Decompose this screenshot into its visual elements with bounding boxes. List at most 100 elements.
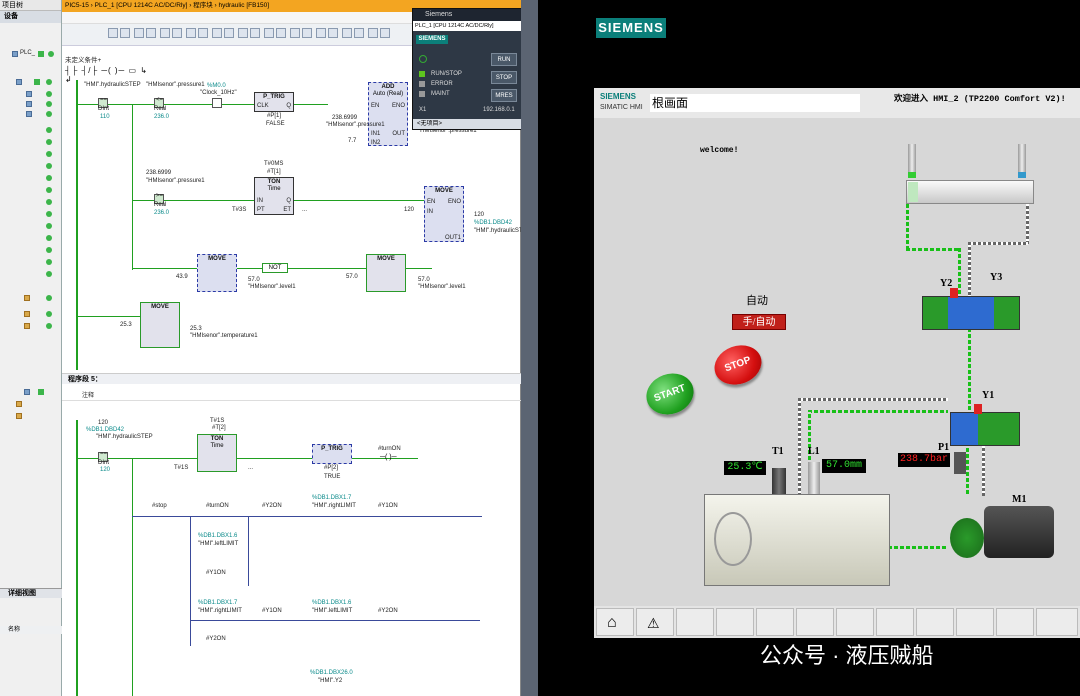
function-key[interactable] xyxy=(1036,608,1078,636)
ton-block[interactable]: TON Time IN Q PT ET xyxy=(254,177,294,215)
function-key[interactable] xyxy=(756,608,794,636)
alarm-button[interactable]: ⚠ xyxy=(636,608,674,636)
tree-item[interactable] xyxy=(2,322,58,330)
ptrig-instance: #P[1] xyxy=(267,113,282,119)
project-tree: 项目树 设备 PLC_ 详细视图 名称 xyxy=(0,0,62,696)
network-5-header[interactable]: 程序段 5： xyxy=(62,373,521,384)
cylinder-piston xyxy=(908,182,918,202)
tree-item[interactable] xyxy=(2,90,58,98)
tree-item[interactable] xyxy=(2,388,58,396)
move-block[interactable]: MOVE xyxy=(197,254,237,292)
toolbar-icon[interactable] xyxy=(120,28,130,38)
move-in: IN xyxy=(427,209,433,215)
ptrig-block[interactable]: P_TRIG CLK Q xyxy=(254,92,294,112)
function-key[interactable] xyxy=(916,608,954,636)
tree-item[interactable] xyxy=(2,310,58,318)
function-key[interactable] xyxy=(716,608,754,636)
move-out-value: 120 xyxy=(474,212,485,218)
tree-item[interactable] xyxy=(2,234,58,242)
tree-item[interactable] xyxy=(2,400,58,408)
toolbar-icon[interactable] xyxy=(198,28,208,38)
tree-item[interactable] xyxy=(2,110,58,118)
coil[interactable]: ─( )─ xyxy=(380,454,400,463)
status-ok-icon xyxy=(46,247,52,253)
move-block[interactable]: MOVE EN ENO IN OUT1 xyxy=(424,186,464,242)
toolbar-icon[interactable] xyxy=(134,28,144,38)
tree-item[interactable] xyxy=(2,174,58,182)
contact-label: "HMI".Y2 xyxy=(318,678,343,684)
toolbar-icon[interactable] xyxy=(238,28,248,38)
tree-item[interactable] xyxy=(2,186,58,194)
ton-db: #T[2] xyxy=(212,425,226,431)
manual-auto-button[interactable]: 手/自动 xyxy=(732,314,786,330)
not-contact[interactable]: NOT xyxy=(262,263,288,273)
ton-instance: T#0MS xyxy=(264,161,284,167)
mres-button[interactable]: MRES xyxy=(491,89,517,102)
toolbar-icon[interactable] xyxy=(368,28,378,38)
tree-item[interactable] xyxy=(2,138,58,146)
devices-tab[interactable]: 设备 xyxy=(0,11,61,23)
move-block[interactable]: MOVE xyxy=(140,302,180,348)
tree-item[interactable] xyxy=(2,100,58,108)
function-key[interactable] xyxy=(836,608,874,636)
toolbar-icon[interactable] xyxy=(302,28,312,38)
tree-item[interactable] xyxy=(2,78,58,86)
ptrig-instance: #P[2] xyxy=(324,465,339,471)
tree-item[interactable] xyxy=(2,126,58,134)
wire xyxy=(190,620,480,621)
ptrig-block[interactable]: P_TRIG xyxy=(312,444,352,464)
ladder-element-toolbar[interactable]: ┤├ ┤/├ ─( )─ ▭ ↳ ↲ xyxy=(65,66,155,84)
ton-block[interactable]: TON Time xyxy=(197,434,237,472)
tree-item[interactable] xyxy=(2,258,58,266)
level-sensor xyxy=(808,462,820,496)
tree-item[interactable] xyxy=(2,294,58,302)
stop-button[interactable]: STOP xyxy=(491,71,517,84)
network-comment[interactable]: 注释 xyxy=(82,390,94,399)
clock-contact[interactable] xyxy=(212,98,222,108)
tree-item[interactable] xyxy=(2,412,58,420)
toolbar-icon[interactable] xyxy=(250,28,260,38)
contact-label: "HMI".rightLIMIT xyxy=(198,608,242,614)
toolbar-icon[interactable] xyxy=(160,28,170,38)
tree-item[interactable] xyxy=(2,246,58,254)
tree-item[interactable] xyxy=(2,210,58,218)
function-key[interactable] xyxy=(996,608,1034,636)
toolbar-icon[interactable] xyxy=(172,28,182,38)
tree-item[interactable] xyxy=(2,162,58,170)
add-block[interactable]: ADD Auto (Real) EN ENO IN1 OUT IN2 xyxy=(368,82,408,146)
toolbar-icon[interactable] xyxy=(342,28,352,38)
toolbar-icon[interactable] xyxy=(264,28,274,38)
move-in-value: 43.9 xyxy=(176,274,188,280)
ptrig-title: P_TRIG xyxy=(263,94,285,100)
toolbar-icon[interactable] xyxy=(354,28,364,38)
project-tree-header: 项目树 xyxy=(0,0,61,11)
tree-item-plc[interactable]: PLC_ xyxy=(2,50,58,58)
compare-input-value: 238.6999 xyxy=(146,170,172,176)
home-button[interactable]: ⌂ xyxy=(596,608,634,636)
tree-item[interactable] xyxy=(2,198,58,206)
tree-item[interactable] xyxy=(2,270,58,278)
toolbar-icon[interactable] xyxy=(146,28,156,38)
toolbar-icon[interactable] xyxy=(276,28,286,38)
folder-icon xyxy=(24,389,30,395)
toolbar-icon[interactable] xyxy=(186,28,196,38)
function-key[interactable] xyxy=(956,608,994,636)
function-key[interactable] xyxy=(676,608,714,636)
toolbar-icon[interactable] xyxy=(108,28,118,38)
add-in2-value: 7.7 xyxy=(348,138,357,144)
tree-item[interactable] xyxy=(2,150,58,158)
add-in2: IN2 xyxy=(371,140,381,146)
run-button[interactable]: RUN xyxy=(491,53,517,66)
function-key[interactable] xyxy=(796,608,834,636)
toolbar-icon[interactable] xyxy=(380,28,390,38)
toolbar-icon[interactable] xyxy=(290,28,300,38)
detail-view-header[interactable]: 详细视图 xyxy=(0,588,62,598)
ton-et-value: ... xyxy=(302,207,308,213)
tree-item[interactable] xyxy=(2,222,58,230)
toolbar-icon[interactable] xyxy=(224,28,234,38)
toolbar-icon[interactable] xyxy=(316,28,326,38)
move-block[interactable]: MOVE xyxy=(366,254,406,292)
toolbar-icon[interactable] xyxy=(328,28,338,38)
toolbar-icon[interactable] xyxy=(212,28,222,38)
function-key[interactable] xyxy=(876,608,914,636)
